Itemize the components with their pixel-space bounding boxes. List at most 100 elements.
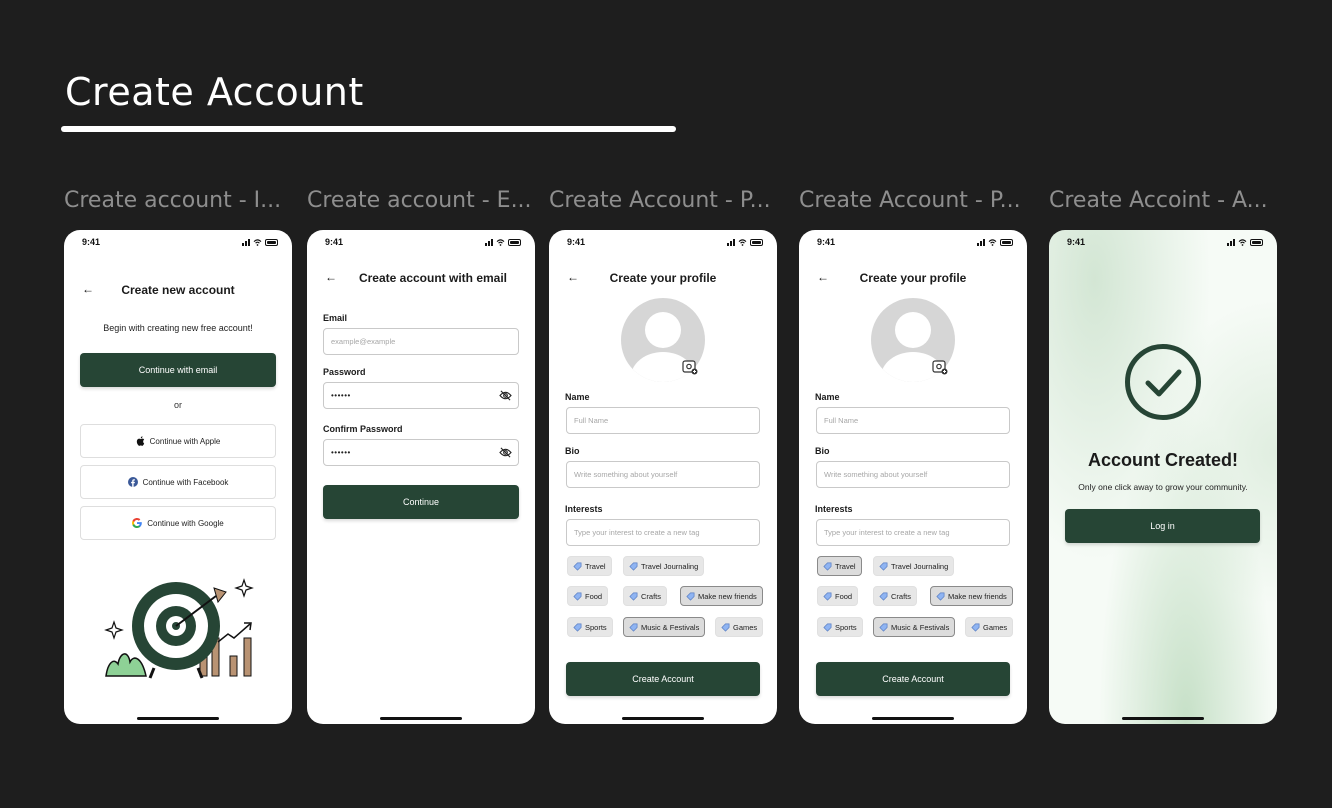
continue-button[interactable]: Continue bbox=[323, 485, 519, 519]
tag-label: Travel bbox=[835, 561, 856, 571]
interests-field[interactable]: Type your interest to create a new tag bbox=[816, 519, 1010, 546]
create-account-button[interactable]: Create Account bbox=[566, 662, 760, 696]
tag-label: Music & Festivals bbox=[641, 622, 700, 632]
tag-icon bbox=[936, 592, 945, 601]
tag-sports[interactable]: Sports bbox=[817, 617, 863, 637]
confirm-password-label: Confirm Password bbox=[323, 424, 403, 434]
tag-crafts[interactable]: Crafts bbox=[873, 586, 918, 606]
signal-icon bbox=[1227, 239, 1235, 246]
tag-label: Crafts bbox=[641, 591, 662, 601]
target-growth-illustration bbox=[104, 578, 254, 679]
tag-make-new-friends[interactable]: Make new friends bbox=[930, 586, 1013, 606]
frame-label-1: Create account - I... bbox=[64, 188, 282, 213]
tag-food[interactable]: Food bbox=[817, 586, 859, 606]
tag-label: Food bbox=[585, 591, 603, 601]
create-account-button[interactable]: Create Account bbox=[816, 662, 1010, 696]
tag-label: Games bbox=[983, 622, 1008, 632]
success-check-icon bbox=[1125, 344, 1201, 420]
signal-icon bbox=[727, 239, 735, 246]
log-in-button[interactable]: Log in bbox=[1065, 509, 1260, 543]
status-bar: 9:41 bbox=[1067, 237, 1263, 249]
signal-icon bbox=[977, 239, 985, 246]
tag-travel-journaling[interactable]: Travel Journaling bbox=[623, 556, 705, 576]
continue-with-email-button[interactable]: Continue with email bbox=[80, 353, 276, 387]
tag-icon bbox=[879, 623, 888, 632]
status-bar: 9:41 bbox=[82, 237, 278, 249]
signal-icon bbox=[242, 239, 250, 246]
tag-icon bbox=[573, 623, 582, 632]
status-bar: 9:41 bbox=[567, 237, 763, 249]
tag-icon bbox=[971, 623, 980, 632]
status-bar: 9:41 bbox=[325, 237, 521, 249]
frame-label-2: Create account - E... bbox=[307, 188, 532, 213]
tag-icon bbox=[629, 562, 638, 571]
phone-create-profile-2: 9:41 ← Create your profile Name Full Nam… bbox=[799, 230, 1027, 724]
tag-travel[interactable]: Travel bbox=[567, 556, 612, 576]
screen-title: Create account with email bbox=[358, 271, 508, 285]
tag-music-festivals[interactable]: Music & Festivals bbox=[623, 617, 706, 637]
bio-field[interactable]: Write something about yourself bbox=[566, 461, 760, 488]
tag-label: Make new friends bbox=[698, 591, 757, 601]
tag-food[interactable]: Food bbox=[567, 586, 609, 606]
bio-label: Bio bbox=[815, 446, 830, 456]
eye-off-icon[interactable] bbox=[499, 447, 512, 458]
home-indicator bbox=[380, 717, 462, 720]
name-field[interactable]: Full Name bbox=[816, 407, 1010, 434]
home-indicator bbox=[137, 717, 219, 720]
add-photo-icon[interactable] bbox=[682, 360, 698, 375]
tag-games[interactable]: Games bbox=[715, 617, 764, 637]
add-photo-icon[interactable] bbox=[932, 360, 948, 375]
bio-field[interactable]: Write something about yourself bbox=[816, 461, 1010, 488]
battery-icon bbox=[750, 239, 763, 246]
tag-music-festivals[interactable]: Music & Festivals bbox=[873, 617, 956, 637]
tag-sports[interactable]: Sports bbox=[567, 617, 613, 637]
tag-games[interactable]: Games bbox=[965, 617, 1014, 637]
facebook-button-label: Continue with Facebook bbox=[142, 477, 229, 487]
tag-label: Food bbox=[835, 591, 853, 601]
continue-with-google-button[interactable]: Continue with Google bbox=[80, 506, 276, 540]
continue-with-facebook-button[interactable]: Continue with Facebook bbox=[80, 465, 276, 499]
phone-create-account-email: 9:41 ← Create account with email Email e… bbox=[307, 230, 535, 724]
tag-icon bbox=[629, 623, 638, 632]
tag-label: Sports bbox=[835, 622, 857, 632]
wifi-icon bbox=[253, 239, 262, 246]
tag-travel[interactable]: Travel bbox=[817, 556, 862, 576]
tag-label: Travel bbox=[585, 561, 606, 571]
continue-with-apple-button[interactable]: Continue with Apple bbox=[80, 424, 276, 458]
screen-title: Create your profile bbox=[859, 271, 967, 285]
tag-icon bbox=[686, 592, 695, 601]
tag-make-new-friends[interactable]: Make new friends bbox=[680, 586, 763, 606]
password-field[interactable]: •••••• bbox=[323, 382, 519, 409]
status-bar: 9:41 bbox=[817, 237, 1013, 249]
tag-label: Crafts bbox=[891, 591, 912, 601]
apple-icon bbox=[136, 436, 144, 446]
tag-travel-journaling[interactable]: Travel Journaling bbox=[873, 556, 955, 576]
tag-icon bbox=[721, 623, 730, 632]
tag-label: Make new friends bbox=[948, 591, 1007, 601]
google-icon bbox=[132, 518, 143, 528]
tag-crafts[interactable]: Crafts bbox=[623, 586, 668, 606]
wifi-icon bbox=[1238, 239, 1247, 246]
interests-field[interactable]: Type your interest to create a new tag bbox=[566, 519, 760, 546]
wifi-icon bbox=[496, 239, 505, 246]
email-field[interactable]: example@example bbox=[323, 328, 519, 355]
wifi-icon bbox=[988, 239, 997, 246]
name-field[interactable]: Full Name bbox=[566, 407, 760, 434]
confirm-password-value: •••••• bbox=[331, 448, 351, 457]
tag-icon bbox=[879, 562, 888, 571]
status-time: 9:41 bbox=[1067, 237, 1086, 247]
facebook-icon bbox=[127, 477, 138, 487]
home-indicator bbox=[622, 717, 704, 720]
phone-create-profile-1: 9:41 ← Create your profile Name Full Nam… bbox=[549, 230, 777, 724]
frame-label-4: Create Account - P... bbox=[799, 188, 1021, 213]
confirm-password-field[interactable]: •••••• bbox=[323, 439, 519, 466]
wifi-icon bbox=[738, 239, 747, 246]
name-label: Name bbox=[815, 392, 840, 402]
tag-icon bbox=[573, 592, 582, 601]
title-underline bbox=[61, 126, 676, 132]
eye-off-icon[interactable] bbox=[499, 390, 512, 401]
status-time: 9:41 bbox=[82, 237, 101, 247]
interests-label: Interests bbox=[815, 504, 853, 514]
tag-label: Music & Festivals bbox=[891, 622, 950, 632]
tag-label: Sports bbox=[585, 622, 607, 632]
